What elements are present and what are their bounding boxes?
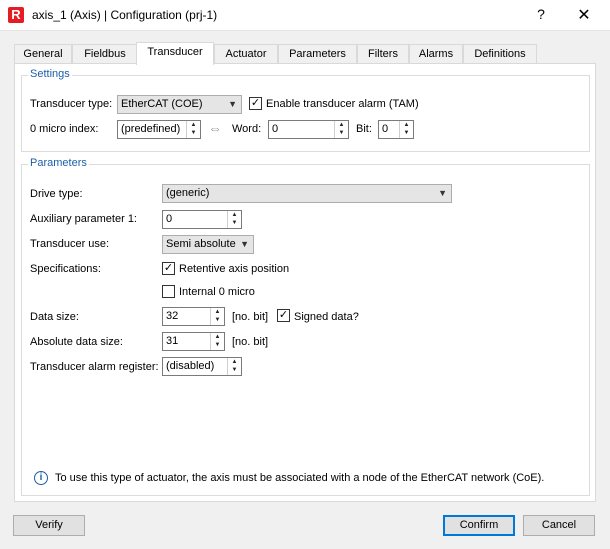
aux-param-label: Auxiliary parameter 1: bbox=[30, 213, 137, 225]
spinner-buttons[interactable]: ▲ ▼ bbox=[210, 333, 224, 350]
settings-group: Settings Transducer type: EtherCAT (COE)… bbox=[21, 68, 590, 152]
bit-value: 0 bbox=[382, 123, 389, 135]
app-logo-icon: R bbox=[8, 7, 24, 23]
aux-param-value: 0 bbox=[166, 213, 173, 225]
zero-index-spinner[interactable]: (predefined) ▲ ▼ bbox=[117, 120, 201, 139]
spinner-buttons[interactable]: ▲ ▼ bbox=[227, 358, 241, 375]
specifications-label: Specifications: bbox=[30, 263, 101, 275]
internal-zero-checkbox[interactable] bbox=[162, 285, 175, 298]
chevron-down-icon: ▼ bbox=[240, 239, 249, 249]
abs-data-size-label: Absolute data size: bbox=[30, 336, 123, 348]
data-size-value: 32 bbox=[166, 310, 179, 322]
bit-spinner[interactable]: 0 ▲ ▼ bbox=[378, 120, 414, 139]
info-message: To use this type of actuator, the axis m… bbox=[55, 472, 545, 484]
close-button[interactable]: ✕ bbox=[576, 5, 592, 25]
spin-down-icon: ▼ bbox=[338, 130, 345, 136]
zero-index-label: 0 micro index: bbox=[30, 123, 99, 135]
data-size-label: Data size: bbox=[30, 311, 79, 323]
spin-up-icon: ▲ bbox=[231, 359, 238, 365]
tab-filters[interactable]: Filters bbox=[357, 44, 409, 64]
title-bar: R axis_1 (Axis) | Configuration (prj-1) … bbox=[0, 0, 610, 31]
transducer-use-value: Semi absolute bbox=[166, 238, 236, 250]
transducer-type-select[interactable]: EtherCAT (COE) ▼ bbox=[117, 95, 242, 114]
spin-down-icon: ▼ bbox=[231, 367, 238, 373]
chevron-down-icon: ▼ bbox=[228, 99, 237, 109]
settings-group-title: Settings bbox=[28, 68, 72, 80]
tab-actuator[interactable]: Actuator bbox=[214, 44, 278, 64]
spin-down-icon: ▼ bbox=[403, 130, 410, 136]
tab-fieldbus[interactable]: Fieldbus bbox=[72, 44, 138, 64]
tab-panel-transducer: Settings Transducer type: EtherCAT (COE)… bbox=[14, 63, 596, 502]
abs-data-size-value: 31 bbox=[166, 335, 179, 347]
zero-index-value: (predefined) bbox=[121, 123, 181, 135]
parameters-group-title: Parameters bbox=[28, 157, 89, 169]
spin-up-icon: ▲ bbox=[214, 309, 221, 315]
abs-data-size-spinner[interactable]: 31 ▲ ▼ bbox=[162, 332, 225, 351]
link-arrows-icon: ⇔ bbox=[208, 120, 222, 136]
alarm-register-label: Transducer alarm register: bbox=[30, 361, 159, 373]
spin-up-icon: ▲ bbox=[231, 212, 238, 218]
spin-down-icon: ▼ bbox=[231, 220, 238, 226]
alarm-register-value: (disabled) bbox=[166, 360, 215, 372]
alarm-register-spinner[interactable]: (disabled) ▲ ▼ bbox=[162, 357, 242, 376]
abs-data-size-unit: [no. bit] bbox=[232, 336, 269, 348]
info-icon: i bbox=[34, 471, 48, 485]
spinner-buttons[interactable]: ▲ ▼ bbox=[210, 308, 224, 325]
cancel-button[interactable]: Cancel bbox=[523, 515, 595, 536]
spin-down-icon: ▼ bbox=[214, 342, 221, 348]
window-title: axis_1 (Axis) | Configuration (prj-1) bbox=[32, 8, 218, 22]
tab-parameters[interactable]: Parameters bbox=[278, 44, 357, 64]
enable-alarm-checkbox[interactable]: ✓ bbox=[249, 97, 262, 110]
spin-up-icon: ▲ bbox=[190, 122, 197, 128]
transducer-type-label: Transducer type: bbox=[30, 98, 113, 110]
spinner-buttons[interactable]: ▲ ▼ bbox=[227, 211, 241, 228]
word-label: Word: bbox=[232, 123, 262, 135]
internal-zero-label: Internal 0 micro bbox=[179, 286, 255, 298]
signed-data-checkbox[interactable]: ✓ bbox=[277, 309, 290, 322]
drive-type-value: (generic) bbox=[166, 187, 210, 199]
spin-down-icon: ▼ bbox=[190, 130, 197, 136]
transducer-use-select[interactable]: Semi absolute ▼ bbox=[162, 235, 254, 254]
tab-definitions[interactable]: Definitions bbox=[463, 44, 537, 64]
drive-type-label: Drive type: bbox=[30, 188, 83, 200]
transducer-use-label: Transducer use: bbox=[30, 238, 110, 250]
spin-up-icon: ▲ bbox=[403, 122, 410, 128]
retentive-checkbox[interactable]: ✓ bbox=[162, 262, 175, 275]
confirm-button[interactable]: Confirm bbox=[443, 515, 515, 536]
tab-transducer[interactable]: Transducer bbox=[136, 42, 214, 65]
retentive-label: Retentive axis position bbox=[179, 263, 290, 275]
spinner-buttons[interactable]: ▲ ▼ bbox=[399, 121, 413, 138]
parameters-group: Parameters Drive type: (generic) ▼ Auxil… bbox=[21, 157, 590, 496]
spin-up-icon: ▲ bbox=[338, 122, 345, 128]
spin-down-icon: ▼ bbox=[214, 317, 221, 323]
spin-up-icon: ▲ bbox=[214, 334, 221, 340]
signed-data-label: Signed data? bbox=[294, 311, 359, 323]
word-spinner[interactable]: 0 ▲ ▼ bbox=[268, 120, 349, 139]
enable-alarm-label: Enable transducer alarm (TAM) bbox=[266, 98, 419, 110]
help-button[interactable]: ? bbox=[533, 6, 549, 22]
transducer-type-value: EtherCAT (COE) bbox=[121, 98, 203, 110]
chevron-down-icon: ▼ bbox=[438, 188, 447, 198]
spinner-buttons[interactable]: ▲ ▼ bbox=[186, 121, 200, 138]
aux-param-spinner[interactable]: 0 ▲ ▼ bbox=[162, 210, 242, 229]
tab-alarms[interactable]: Alarms bbox=[409, 44, 463, 64]
tab-general[interactable]: General bbox=[14, 44, 72, 64]
data-size-spinner[interactable]: 32 ▲ ▼ bbox=[162, 307, 225, 326]
word-value: 0 bbox=[272, 123, 279, 135]
drive-type-select[interactable]: (generic) ▼ bbox=[162, 184, 452, 203]
spinner-buttons[interactable]: ▲ ▼ bbox=[334, 121, 348, 138]
bit-label: Bit: bbox=[356, 123, 372, 135]
verify-button[interactable]: Verify bbox=[13, 515, 85, 536]
data-size-unit: [no. bit] bbox=[232, 311, 269, 323]
